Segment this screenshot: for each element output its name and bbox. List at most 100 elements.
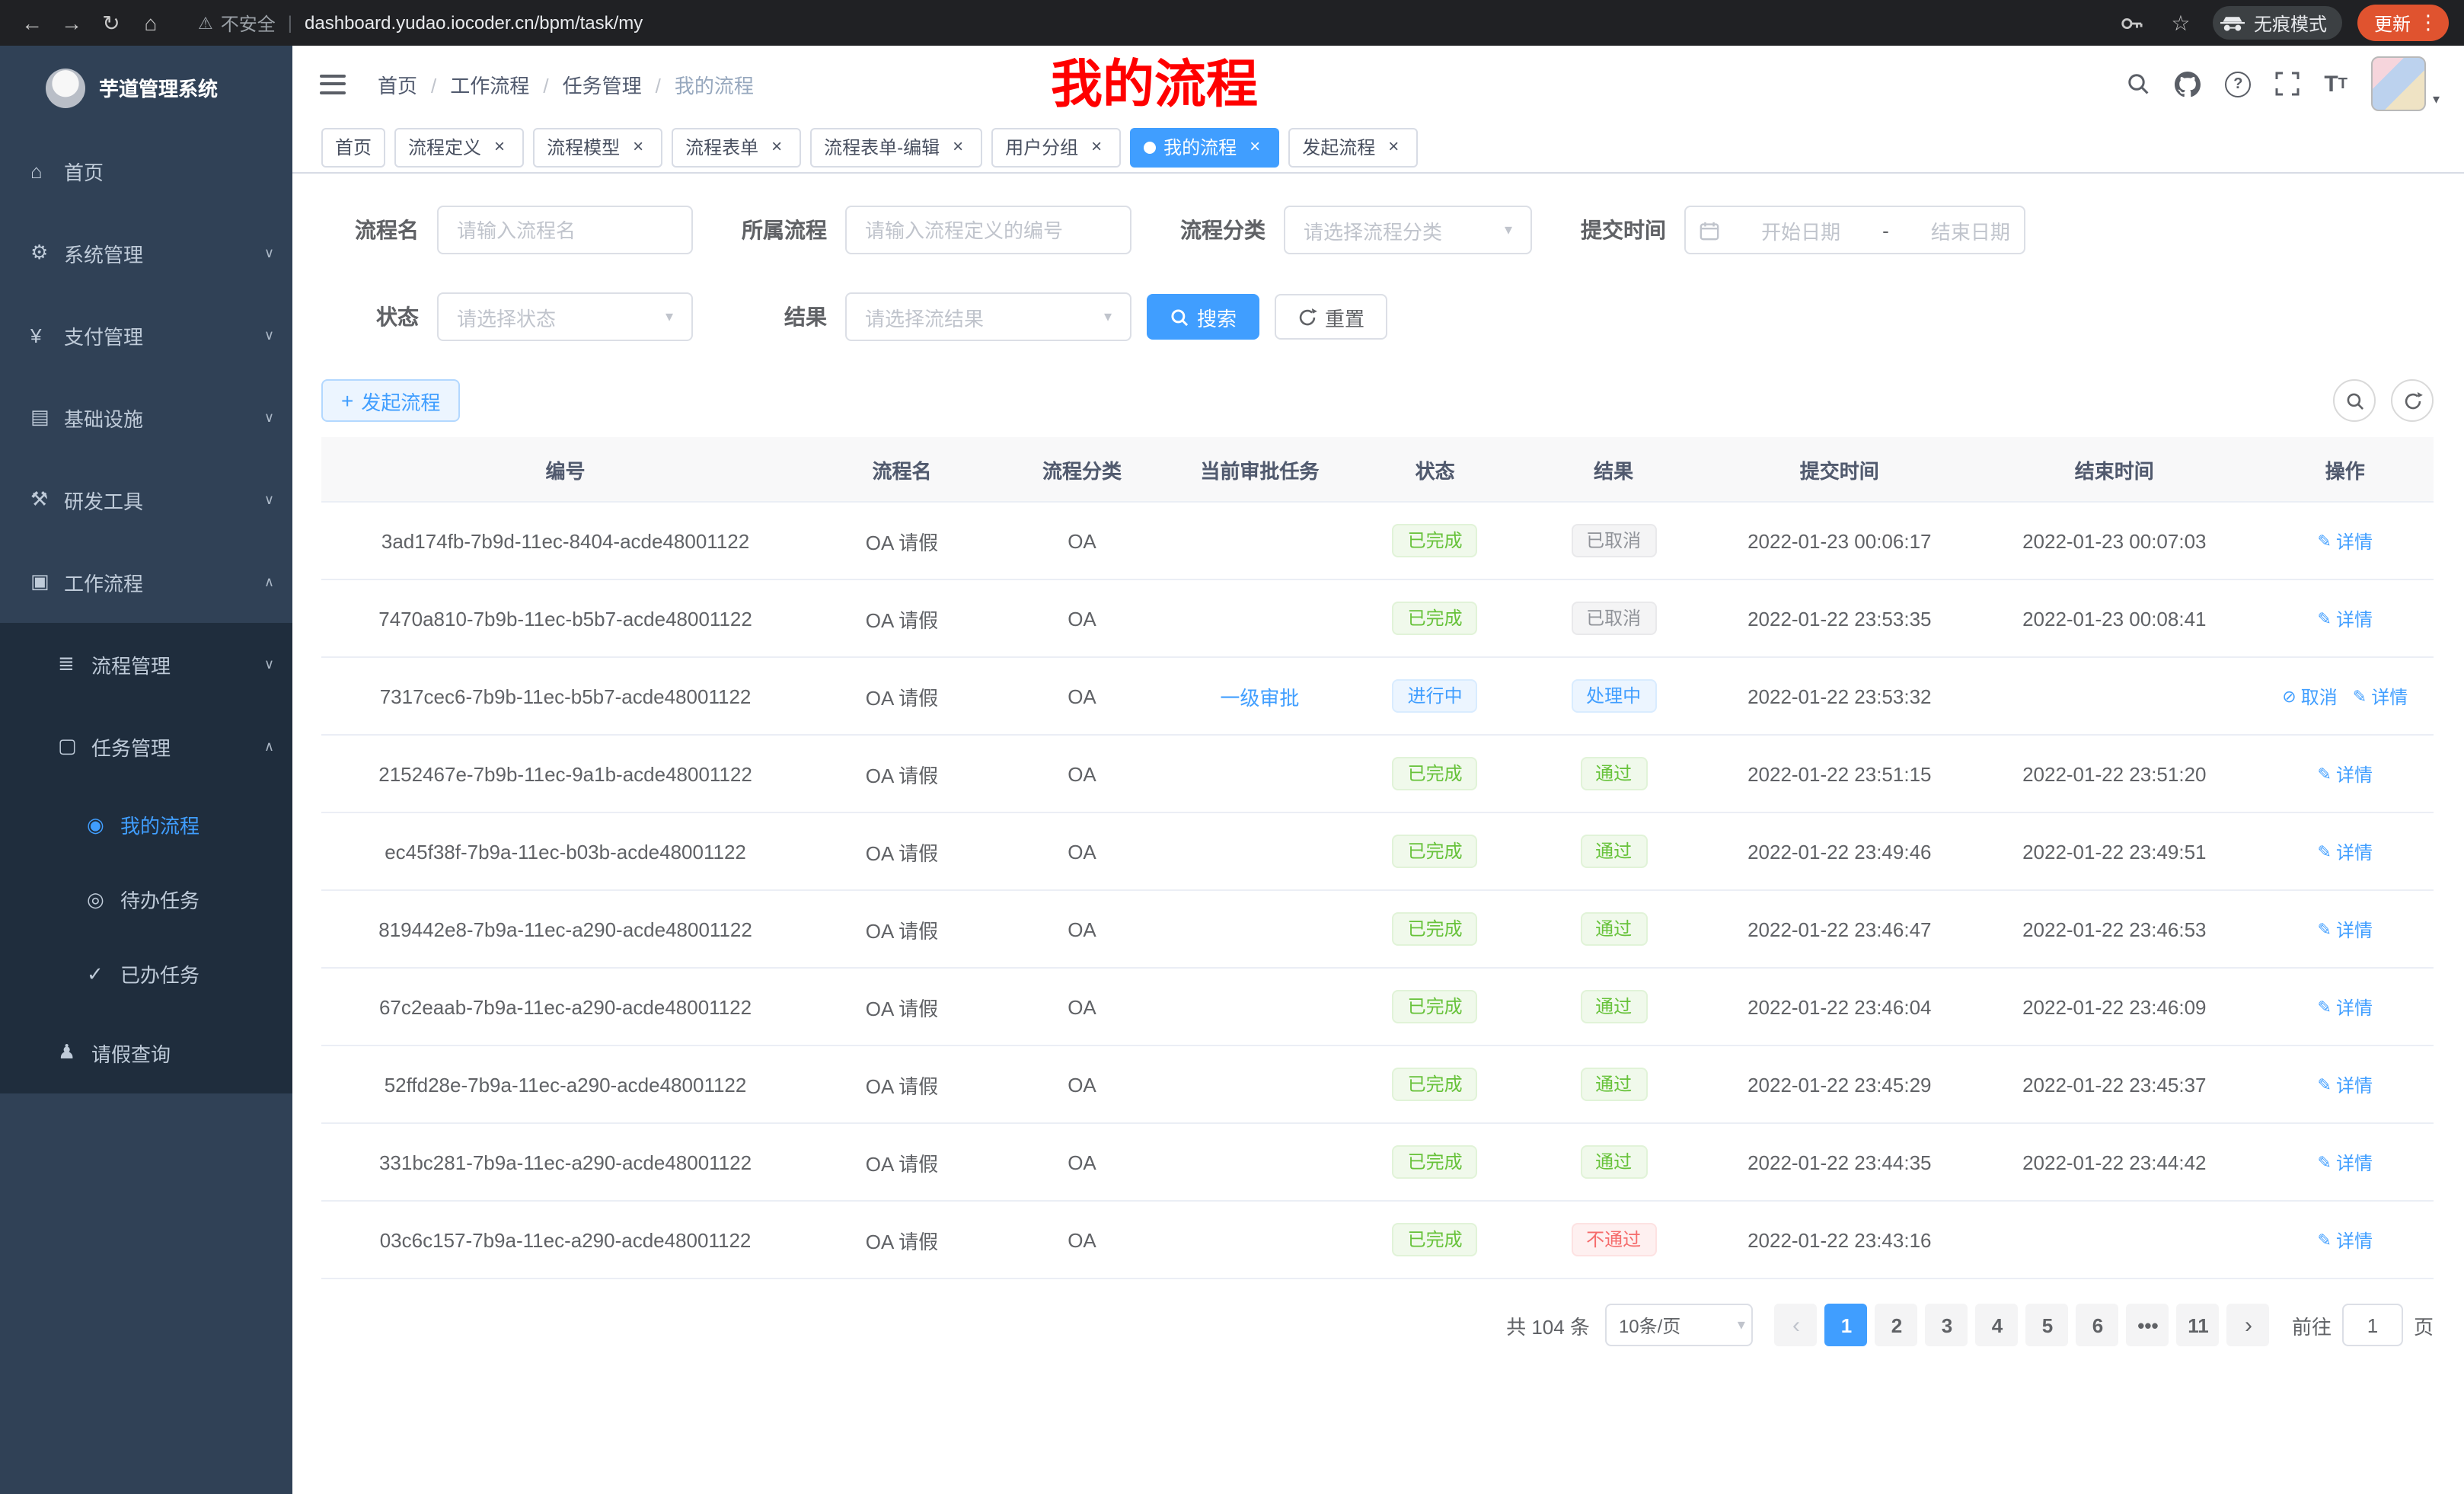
prev-page-button[interactable]: ‹ — [1775, 1304, 1818, 1346]
page-button-2[interactable]: 2 — [1875, 1304, 1918, 1346]
category-select[interactable]: 请选择流程分类 ▾ — [1284, 206, 1532, 254]
process-id-input[interactable] — [845, 206, 1131, 254]
tab-process-form[interactable]: 流程表单× — [672, 127, 801, 167]
refresh-button[interactable] — [2391, 379, 2434, 422]
detail-link[interactable]: ✎详情 — [2318, 761, 2373, 787]
detail-link[interactable]: ✎详情 — [2318, 528, 2373, 554]
start-process-button[interactable]: + 发起流程 — [321, 379, 460, 422]
current-task-link[interactable]: 一级审批 — [1220, 682, 1299, 710]
detail-link[interactable]: ✎详情 — [2318, 1227, 2373, 1253]
sidebar-item-infrastructure[interactable]: ▤基础设施∨ — [0, 376, 292, 458]
tab-process-model[interactable]: 流程模型× — [533, 127, 662, 167]
result-select[interactable]: 请选择流结果 ▾ — [845, 292, 1131, 341]
page-button-11[interactable]: 11 — [2177, 1304, 2220, 1346]
breadcrumb-item[interactable]: 首页 — [378, 69, 417, 98]
sidebar-item-process-management[interactable]: ≣流程管理∨ — [0, 623, 292, 705]
tab-process-form-edit[interactable]: 流程表单-编辑× — [810, 127, 982, 167]
detail-link[interactable]: ✎详情 — [2353, 683, 2408, 709]
tab-home[interactable]: 首页 — [321, 127, 385, 167]
detail-link[interactable]: ✎详情 — [2318, 1149, 2373, 1175]
close-icon[interactable]: × — [947, 136, 969, 158]
github-icon[interactable] — [2175, 71, 2201, 97]
page-button-1[interactable]: 1 — [1825, 1304, 1868, 1346]
avatar[interactable] — [2372, 56, 2427, 111]
status-select[interactable]: 请选择状态 ▾ — [437, 292, 693, 341]
detail-link[interactable]: ✎详情 — [2318, 838, 2373, 864]
detail-link[interactable]: ✎详情 — [2318, 994, 2373, 1020]
sidebar-item-system[interactable]: ⚙系统管理∨ — [0, 212, 292, 294]
column-header: 流程名 — [809, 437, 994, 502]
bookmark-star-icon[interactable]: ☆ — [2164, 6, 2197, 40]
address-bar[interactable]: ⚠ 不安全 | dashboard.yudao.iocoder.cn/bpm/t… — [198, 10, 2109, 36]
page-button-6[interactable]: 6 — [2076, 1304, 2119, 1346]
status-badge: 进行中 — [1393, 679, 1478, 713]
sidebar-item-my-process[interactable]: ◉我的流程 — [0, 787, 292, 862]
current-task-cell — [1170, 812, 1350, 890]
process-name: OA 请假 — [809, 1045, 994, 1123]
incognito-badge[interactable]: 无痕模式 — [2213, 6, 2342, 40]
screen: ← → ↻ ⌂ ⚠ 不安全 | dashboard.yudao.iocoder.… — [0, 0, 2464, 1494]
breadcrumb-item[interactable]: 工作流程 — [417, 69, 529, 98]
page-button-5[interactable]: 5 — [2026, 1304, 2069, 1346]
detail-link[interactable]: ✎详情 — [2318, 1071, 2373, 1097]
sidebar-item-home[interactable]: ⌂首页 — [0, 129, 292, 212]
close-icon[interactable]: × — [1383, 136, 1404, 158]
update-button[interactable]: 更新 ⋮ — [2357, 5, 2449, 41]
font-size-icon[interactable]: TT — [2324, 71, 2348, 97]
close-icon[interactable]: × — [1244, 136, 1266, 158]
sidebar-item-devtools[interactable]: ⚒研发工具∨ — [0, 458, 292, 541]
key-icon[interactable] — [2115, 6, 2149, 40]
security-warning[interactable]: ⚠ 不安全 — [198, 10, 276, 36]
sidebar-item-workflow[interactable]: ▣工作流程∧ — [0, 541, 292, 623]
list-icon: ≣ — [58, 652, 91, 676]
search-icon[interactable] — [2126, 72, 2150, 96]
home-icon[interactable]: ⌂ — [134, 6, 168, 40]
action-label: 详情 — [2336, 838, 2373, 864]
filter-result: 结果 请选择流结果 ▾ — [729, 292, 1131, 341]
tab-user-group[interactable]: 用户分组× — [991, 127, 1121, 167]
process-name-input[interactable] — [437, 206, 693, 254]
forward-icon[interactable]: → — [55, 6, 88, 40]
tab-my-process[interactable]: 我的流程× — [1130, 127, 1279, 167]
goto-page-input[interactable] — [2342, 1304, 2403, 1346]
fullscreen-icon[interactable] — [2275, 72, 2300, 96]
breadcrumb-item[interactable]: 任务管理 — [529, 69, 641, 98]
page-button-3[interactable]: 3 — [1926, 1304, 1968, 1346]
page-size-select[interactable]: 10条/页 ▾ — [1605, 1304, 1753, 1346]
result-cell: 通过 — [1521, 812, 1707, 890]
detail-link[interactable]: ✎详情 — [2318, 916, 2373, 942]
detail-link[interactable]: ✎详情 — [2318, 605, 2373, 631]
current-task-cell: 一级审批 — [1170, 657, 1350, 735]
date-range-picker[interactable]: 开始日期 - 结束日期 — [1684, 206, 2025, 254]
sidebar-item-todo-task[interactable]: ◎待办任务 — [0, 862, 292, 937]
reset-button[interactable]: 重置 — [1275, 294, 1387, 340]
sidebar-item-done-task[interactable]: ✓已办任务 — [0, 937, 292, 1011]
sidebar-item-task-management[interactable]: ▢任务管理∧ — [0, 705, 292, 787]
next-page-button[interactable]: › — [2227, 1304, 2270, 1346]
chevron-down-icon: ∨ — [264, 327, 274, 343]
table-header-row: 编号流程名流程分类当前审批任务状态结果提交时间结束时间操作 — [321, 437, 2434, 502]
detail-icon: ✎ — [2318, 531, 2332, 551]
close-icon[interactable]: × — [766, 136, 787, 158]
reload-icon[interactable]: ↻ — [94, 6, 128, 40]
sidebar-item-payment[interactable]: ¥支付管理∨ — [0, 294, 292, 376]
close-icon[interactable]: × — [627, 136, 649, 158]
start-date-placeholder[interactable]: 开始日期 — [1761, 215, 1840, 244]
help-icon[interactable]: ? — [2225, 71, 2251, 97]
collapse-menu-icon[interactable] — [320, 74, 346, 94]
cancel-link[interactable]: ⊘取消 — [2282, 683, 2337, 709]
sidebar-item-leave-query[interactable]: ♟请假查询 — [0, 1011, 292, 1093]
user-menu[interactable]: ▾ — [2372, 56, 2440, 111]
page-button-4[interactable]: 4 — [1976, 1304, 2019, 1346]
tab-process-definition[interactable]: 流程定义× — [394, 127, 524, 167]
tab-start-process[interactable]: 发起流程× — [1288, 127, 1418, 167]
close-icon[interactable]: × — [489, 136, 510, 158]
page-more[interactable]: ••• — [2127, 1304, 2169, 1346]
menu-dots-icon[interactable]: ⋮ — [2418, 11, 2438, 35]
toggle-search-button[interactable] — [2333, 379, 2376, 422]
search-button[interactable]: 搜索 — [1147, 294, 1259, 340]
close-icon[interactable]: × — [1086, 136, 1107, 158]
table-body: 3ad174fb-7b9d-11ec-8404-acde48001122OA 请… — [321, 502, 2434, 1279]
back-icon[interactable]: ← — [15, 6, 49, 40]
end-date-placeholder[interactable]: 结束日期 — [1931, 215, 2010, 244]
